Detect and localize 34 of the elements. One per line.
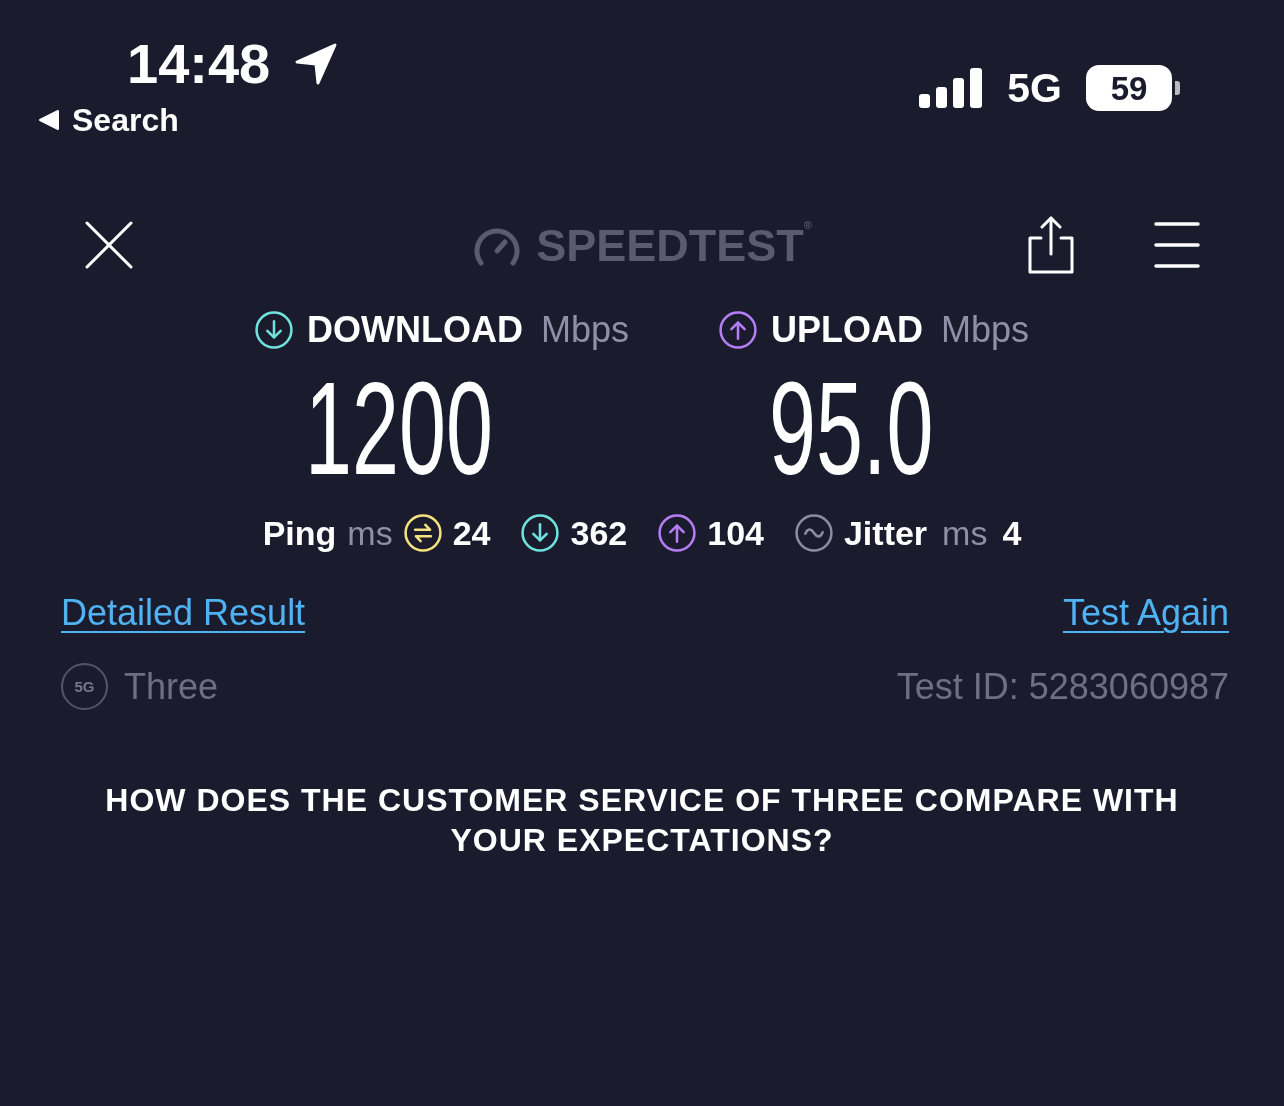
jitter-value: 4 — [1002, 516, 1022, 550]
provider-name: Three — [124, 668, 219, 705]
result-label: DOWNLOAD — [307, 312, 523, 348]
ping-value: 362 — [570, 516, 628, 550]
jitter-label: Jitter — [843, 516, 928, 550]
menu-icon — [1154, 221, 1200, 269]
signal-bars-icon — [919, 68, 984, 108]
survey-question: HOW DOES THE CUSTOMER SERVICE OF THREE COMPARE WITH YOUR EXPECTATIONS? — [104, 781, 1180, 860]
result-value: 95.0 — [769, 363, 934, 495]
jitter-unit: ms — [942, 516, 988, 550]
status-time: 14:48 — [127, 36, 271, 92]
share-icon — [1028, 216, 1074, 274]
ping-value: 24 — [452, 516, 491, 550]
battery-indicator: 59 — [1086, 65, 1180, 111]
menu-button[interactable] — [1154, 221, 1200, 269]
result-unit: Mbps — [941, 312, 1029, 348]
ping-unit: ms — [347, 516, 393, 550]
share-button[interactable] — [1028, 216, 1074, 274]
close-icon — [85, 221, 133, 269]
close-button[interactable] — [84, 220, 134, 270]
text-link[interactable]: Detailed Result — [61, 595, 306, 631]
location-arrow-icon — [294, 42, 339, 86]
test-id: Test ID: 5283060987 — [896, 668, 1229, 705]
text-link[interactable]: Test Again — [1062, 595, 1229, 631]
result-value: 1200 — [305, 363, 493, 495]
result-unit: Mbps — [540, 312, 629, 348]
speedtest-logo-text: SPEEDTEST$^{®}$ — [536, 222, 812, 268]
ping-label: Ping — [262, 516, 337, 550]
ping-value: 104 — [707, 516, 764, 550]
network-badge: 5G — [61, 663, 108, 710]
back-link[interactable]: Search — [72, 104, 179, 136]
result-label: UPLOAD — [771, 312, 923, 348]
back-triangle-icon[interactable] — [38, 109, 60, 131]
network-type: 5G — [1007, 67, 1062, 109]
